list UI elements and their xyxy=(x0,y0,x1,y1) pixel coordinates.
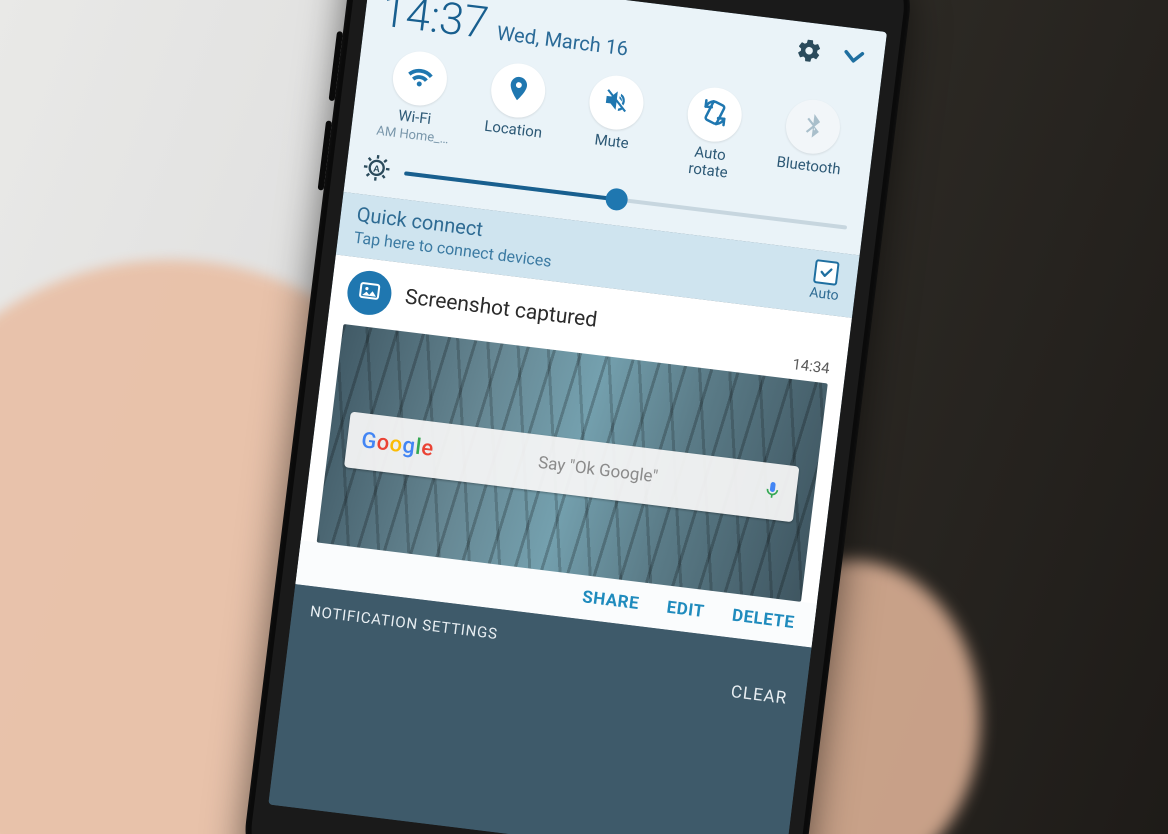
quick-connect-auto-label: Auto xyxy=(809,285,840,304)
notification-app-icon xyxy=(345,268,394,317)
google-logo: Google xyxy=(360,428,435,462)
mute-icon xyxy=(601,85,633,120)
notification-settings-button[interactable]: NOTIFICATION SETTINGS xyxy=(309,602,499,643)
rotate-icon xyxy=(698,96,732,133)
mic-icon[interactable] xyxy=(761,478,784,504)
wifi-icon xyxy=(403,60,437,97)
brightness-slider-thumb[interactable] xyxy=(605,187,630,212)
settings-gear-icon[interactable] xyxy=(795,36,824,65)
action-delete[interactable]: DELETE xyxy=(731,605,796,632)
notification-title: Screenshot captured xyxy=(404,285,599,332)
qs-tile-label: Location xyxy=(483,118,543,142)
svg-text:A: A xyxy=(373,163,381,174)
expand-chevron-down-icon[interactable] xyxy=(838,41,869,72)
qs-tile-location[interactable]: Location xyxy=(465,58,567,161)
clear-all-button[interactable]: CLEAR xyxy=(730,682,788,709)
notification-timestamp: 14:34 xyxy=(792,355,831,377)
google-search-bar[interactable]: Google Say "Ok Google" xyxy=(344,411,799,522)
quick-connect-auto-checkbox[interactable] xyxy=(813,259,840,286)
qs-tile-autorotate[interactable]: Auto rotate xyxy=(662,82,764,185)
action-edit[interactable]: EDIT xyxy=(666,597,706,621)
notification-card[interactable]: Screenshot captured 14:34 Google Say "Ok… xyxy=(295,254,852,647)
bluetooth-icon xyxy=(799,110,828,143)
google-search-hint: Say "Ok Google" xyxy=(444,441,751,498)
qs-tile-label: Wi-Fi xyxy=(397,107,432,128)
clock-time: 14:37 xyxy=(379,0,491,49)
qs-tile-label: Bluetooth xyxy=(776,154,842,179)
phone-screen: 14:37 Wed, March 16 xyxy=(268,0,887,834)
qs-tile-label: Mute xyxy=(594,131,630,152)
notification-shade: 14:37 Wed, March 16 xyxy=(268,0,887,834)
action-share[interactable]: SHARE xyxy=(581,587,640,614)
qs-tile-label: Auto rotate xyxy=(687,143,730,182)
qs-tile-mute[interactable]: Mute xyxy=(563,70,665,173)
brightness-auto-icon: A xyxy=(361,152,393,187)
phone-device: SAMSUNG 14:37 Wed, March 16 xyxy=(238,0,917,834)
clock-date: Wed, March 16 xyxy=(496,21,630,61)
qs-tile-wifi[interactable]: Wi-Fi AM Home_… xyxy=(366,46,468,149)
location-icon xyxy=(502,73,534,108)
qs-tile-bluetooth[interactable]: Bluetooth xyxy=(760,94,862,197)
qs-tile-sublabel: AM Home_… xyxy=(376,124,450,148)
image-icon xyxy=(356,277,383,308)
brightness-slider-fill xyxy=(404,171,617,201)
